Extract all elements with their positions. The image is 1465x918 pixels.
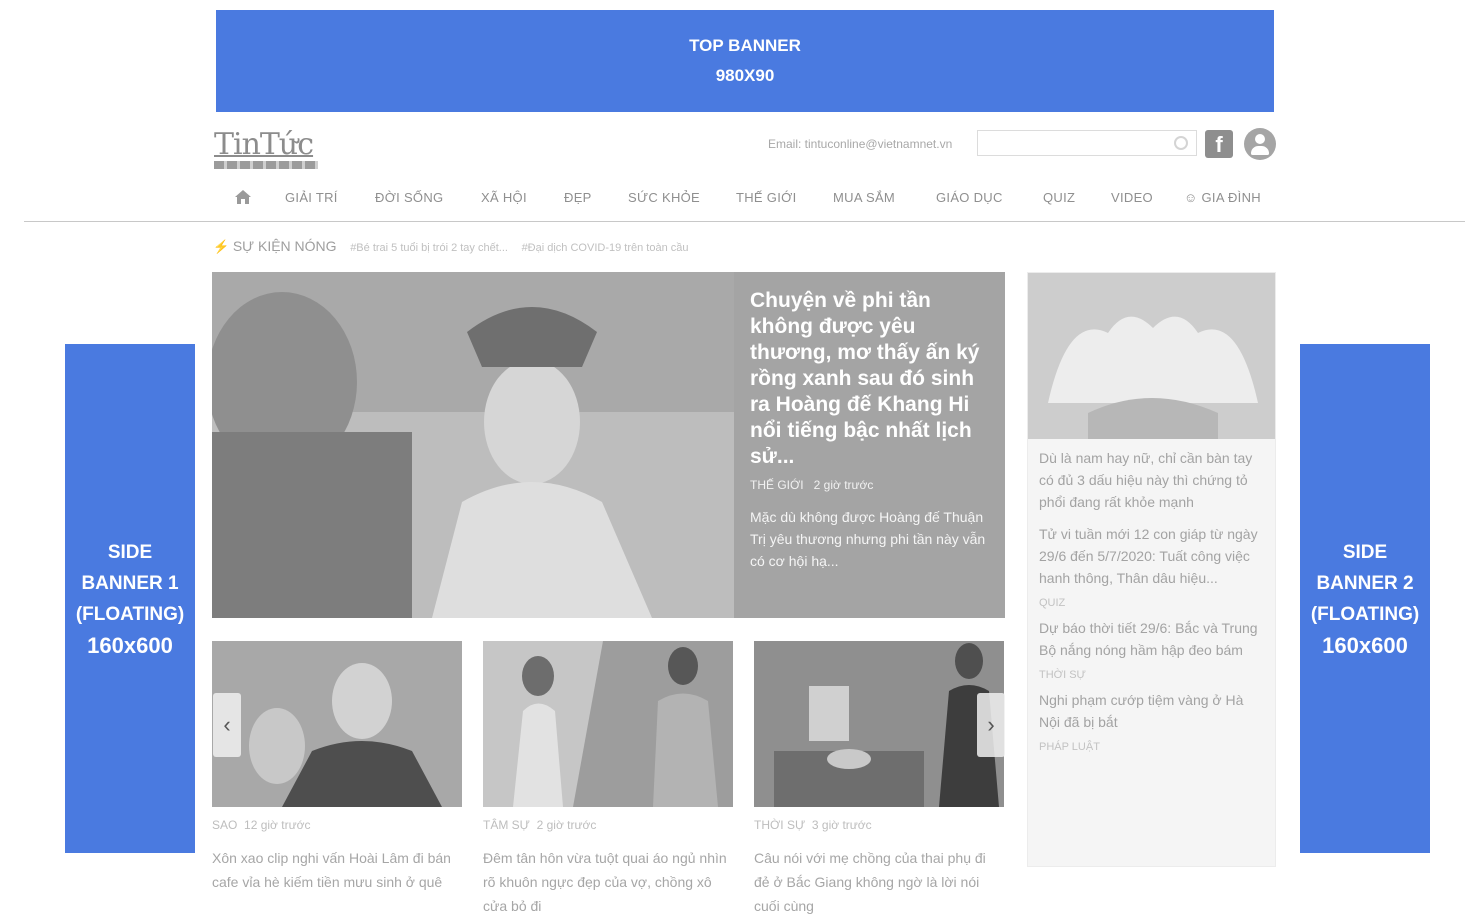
nav-item-giai-tri[interactable]: GIẢI TRÍ bbox=[285, 190, 338, 205]
side-banner-text: BANNER 2 bbox=[1316, 572, 1414, 594]
card-time: 2 giờ trước bbox=[536, 818, 597, 832]
side-banner-text: SIDE bbox=[107, 541, 153, 563]
sidebar-item-title[interactable]: Tử vi tuần mới 12 con giáp từ ngày 29/6 … bbox=[1039, 523, 1264, 589]
card-category[interactable]: SAO bbox=[212, 818, 237, 832]
hot-events-label: SỰ KIỆN NÓNG bbox=[232, 238, 337, 254]
logo-text: TinTức bbox=[214, 127, 314, 162]
search-icon[interactable] bbox=[1174, 136, 1188, 150]
user-account-icon[interactable] bbox=[1244, 128, 1276, 160]
side-banner-text: (FLOATING) bbox=[75, 603, 185, 625]
card-meta: TÂM SỰ 2 giờ trước bbox=[483, 818, 733, 832]
search-input[interactable] bbox=[982, 132, 1166, 156]
side-banner-text: SIDE bbox=[1342, 541, 1388, 563]
card-photo bbox=[754, 641, 1004, 807]
card-meta: SAO 12 giờ trước bbox=[212, 818, 462, 832]
card-time: 12 giờ trước bbox=[244, 818, 311, 832]
side-banner-text: (FLOATING) bbox=[1310, 603, 1420, 625]
home-icon[interactable] bbox=[234, 188, 252, 206]
sidebar-item-category[interactable]: QUIZ bbox=[1039, 597, 1264, 609]
nav-item-mua-sam[interactable]: MUA SẮM bbox=[833, 190, 895, 205]
side-banner-size: 160x600 bbox=[1322, 632, 1408, 658]
sidebar-lead-title[interactable]: Dù là nam hay nữ, chỉ cần bàn tay có đủ … bbox=[1039, 447, 1264, 513]
news-card[interactable]: SAO 12 giờ trước Xôn xao clip nghi vấn H… bbox=[212, 641, 462, 894]
sidebar-news: Dù là nam hay nữ, chỉ cần bàn tay có đủ … bbox=[1027, 272, 1276, 867]
logo-strip bbox=[214, 161, 318, 169]
card-photo bbox=[483, 641, 733, 807]
nav-item-quiz[interactable]: QUIZ bbox=[1043, 190, 1075, 205]
card-meta: THỜI SỰ 3 giờ trước bbox=[754, 818, 1004, 832]
card-thumbnail[interactable] bbox=[212, 641, 462, 807]
nav-item-the-gioi[interactable]: THẾ GIỚI bbox=[736, 190, 797, 205]
hot-events-bar: ⚡ SỰ KIỆN NÓNG #Bé trai 5 tuổi bị trói 2… bbox=[213, 238, 688, 255]
sidebar-thumbnail[interactable] bbox=[1028, 273, 1275, 439]
sidebar-item-category[interactable]: THỜI SỰ bbox=[1039, 669, 1264, 681]
sidebar-item-title[interactable]: Nghi phạm cướp tiệm vàng ở Hà Nội đã bị … bbox=[1039, 689, 1264, 733]
top-banner[interactable]: TOP BANNER 980X90 bbox=[216, 10, 1274, 112]
hero-summary: Mặc dù không được Hoàng đế Thuận Trị yêu… bbox=[750, 509, 986, 569]
side-banner-2[interactable]: SIDE BANNER 2 (FLOATING) 160x600 bbox=[1300, 344, 1430, 853]
top-banner-size: 980X90 bbox=[715, 66, 775, 85]
hero-title[interactable]: Chuyện về phi tần không được yêu thương,… bbox=[750, 288, 989, 470]
news-card[interactable]: THỜI SỰ 3 giờ trước Câu nói với mẹ chồng… bbox=[754, 641, 1004, 918]
sidebar-list: Dù là nam hay nữ, chỉ cần bàn tay có đủ … bbox=[1028, 439, 1275, 769]
card-time: 3 giờ trước bbox=[811, 818, 872, 832]
card-title[interactable]: Câu nói với mẹ chồng của thai phụ đi đẻ … bbox=[754, 846, 1004, 918]
hero-meta: THẾ GIỚI 2 giờ trước bbox=[750, 478, 989, 492]
nav-item-gia-dinh[interactable]: ☺ GIA ĐÌNH bbox=[1184, 190, 1261, 205]
contact-email: Email: tintuconline@vietnamnet.vn bbox=[768, 137, 953, 151]
sidebar-item-title[interactable]: Dự báo thời tiết 29/6: Bắc và Trung Bộ n… bbox=[1039, 617, 1264, 661]
news-card[interactable]: TÂM SỰ 2 giờ trước Đêm tân hôn vừa tuột … bbox=[483, 641, 733, 918]
card-thumbnail[interactable] bbox=[754, 641, 1004, 807]
nav-item-video[interactable]: VIDEO bbox=[1111, 190, 1153, 205]
sidebar-item-category[interactable]: PHÁP LUẬT bbox=[1039, 741, 1264, 753]
card-thumbnail[interactable] bbox=[483, 641, 733, 807]
hero-text-panel[interactable]: Chuyện về phi tần không được yêu thương,… bbox=[734, 272, 1005, 618]
hot-tag[interactable]: #Đại dịch COVID-19 trên toàn cầu bbox=[522, 242, 689, 254]
card-category[interactable]: THỜI SỰ bbox=[754, 818, 805, 832]
card-title[interactable]: Đêm tân hôn vừa tuột quai áo ngủ nhìn rõ… bbox=[483, 846, 733, 918]
carousel-next-button[interactable]: › bbox=[977, 693, 1005, 757]
hot-tag[interactable]: #Bé trai 5 tuổi bị trói 2 tay chết... bbox=[350, 242, 508, 254]
nav-item-suc-khoe[interactable]: SỨC KHỎE bbox=[628, 190, 700, 205]
hands-photo bbox=[1028, 273, 1275, 439]
nav-item-dep[interactable]: ĐẸP bbox=[564, 190, 592, 205]
nav-item-xa-hoi[interactable]: XÃ HỘI bbox=[481, 190, 527, 205]
nav-divider bbox=[24, 221, 1465, 222]
nav-item-doi-song[interactable]: ĐỜI SỐNG bbox=[375, 190, 443, 205]
search-box[interactable] bbox=[977, 130, 1197, 156]
side-banner-1[interactable]: SIDE BANNER 1 (FLOATING) 160x600 bbox=[65, 344, 195, 853]
hero-category[interactable]: THẾ GIỚI bbox=[750, 478, 804, 492]
card-title[interactable]: Xôn xao clip nghi vấn Hoài Lâm đi bán ca… bbox=[212, 846, 462, 894]
card-category[interactable]: TÂM SỰ bbox=[483, 818, 530, 832]
site-logo[interactable]: TinTức bbox=[214, 130, 324, 172]
nav-item-gia-dinh-label: GIA ĐÌNH bbox=[1201, 190, 1261, 205]
side-banner-text: BANNER 1 bbox=[81, 572, 179, 594]
family-icon: ☺ bbox=[1184, 190, 1202, 205]
carousel-prev-button[interactable]: ‹ bbox=[213, 693, 241, 757]
hero-photo bbox=[212, 272, 734, 618]
lightning-icon: ⚡ bbox=[213, 239, 230, 254]
facebook-icon[interactable]: f bbox=[1205, 130, 1233, 158]
top-banner-title: TOP BANNER bbox=[689, 36, 801, 55]
side-banner-size: 160x600 bbox=[87, 632, 173, 658]
hero-image[interactable] bbox=[212, 272, 734, 618]
main-nav: GIẢI TRÍ ĐỜI SỐNG XÃ HỘI ĐẸP SỨC KHỎE TH… bbox=[216, 190, 1276, 218]
nav-item-giao-duc[interactable]: GIÁO DỤC bbox=[936, 190, 1003, 205]
hero-time: 2 giờ trước bbox=[813, 478, 874, 492]
card-photo bbox=[212, 641, 462, 807]
